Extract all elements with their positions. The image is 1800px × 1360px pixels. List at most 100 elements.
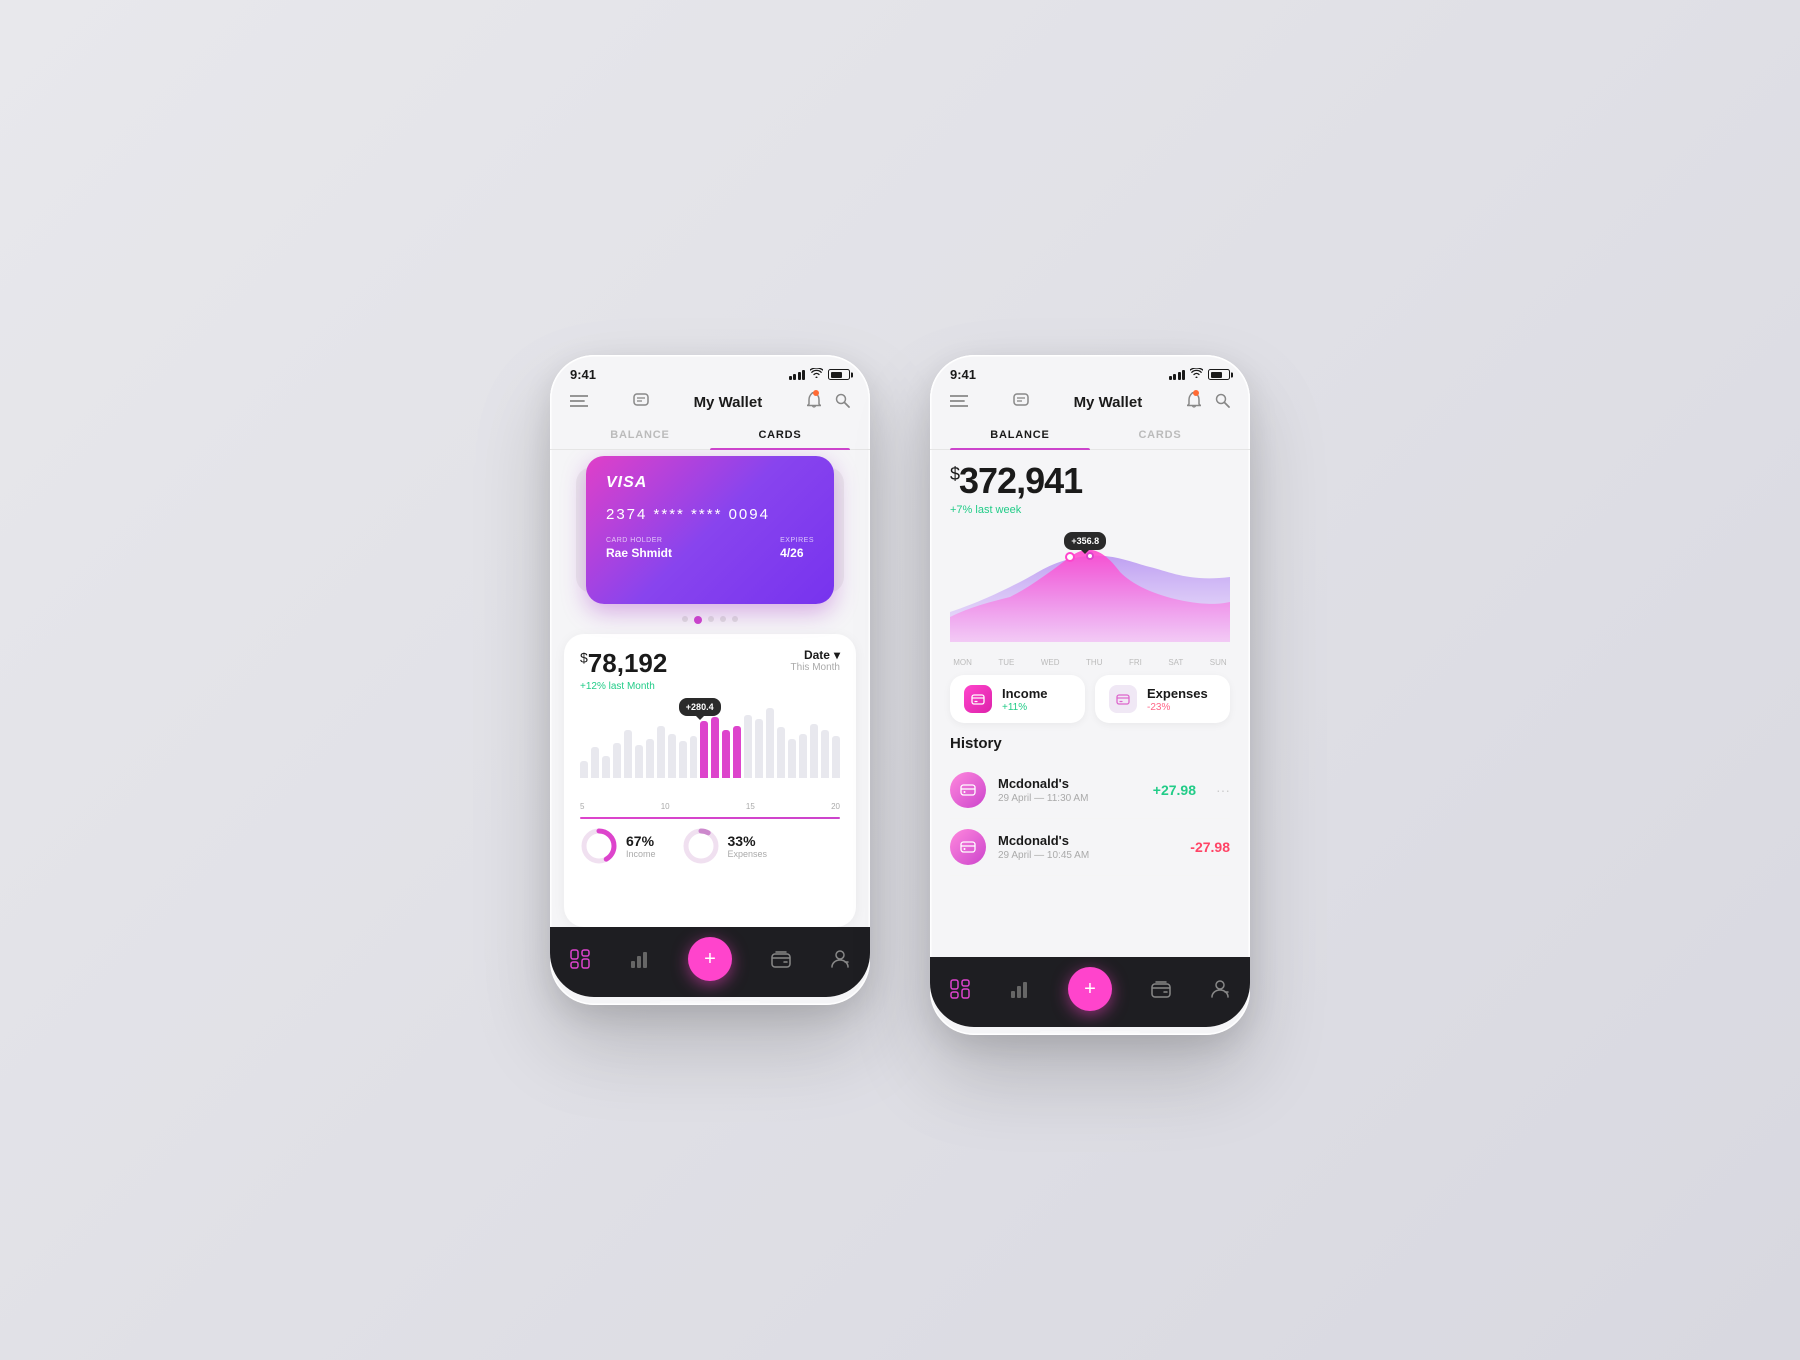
search-icon-1[interactable] [835,393,850,413]
nav-title-1: My Wallet [694,394,763,411]
home-bar-2 [1040,1031,1140,1035]
wallet-btn-1[interactable] [771,949,791,969]
currency-sym-2: $ [950,464,959,484]
currency-symbol: $ [580,649,588,665]
tx-icon-1 [950,772,986,808]
status-icons-2 [1169,368,1231,381]
chart-divider [580,817,840,819]
visa-card[interactable]: VISA 2374 **** **** 0094 CARD HOLDER Rae… [586,456,834,604]
tx-icon-2 [950,829,986,865]
charts-btn-2[interactable] [1009,979,1029,999]
area-x-axis: MON TUE WED THU FRI SAT SUN [930,656,1250,667]
donut-expense: 33% Expenses [682,827,768,865]
expense-pct: 33% [728,833,768,849]
bar-0 [580,761,588,779]
phone-cards: 9:41 [550,355,870,1005]
expense-stat-info: Expenses -23% [1147,686,1208,713]
bar-7 [657,726,665,779]
notification-dot-2 [1193,390,1199,396]
bar-15 [744,715,752,778]
top-nav-2: My Wallet [930,388,1250,421]
chat-icon-1[interactable] [633,393,649,412]
bar-2 [602,756,610,778]
tx-date-1: 29 April — 11:30 AM [998,793,1141,804]
search-icon-2[interactable] [1215,393,1230,413]
bottom-nav-2: + [930,957,1250,1027]
date-btn[interactable]: Date ▾ [804,648,840,662]
signal-icon-1 [789,370,806,380]
phone2-content: $372,941 +7% last week +356.8 [930,450,1250,957]
expense-info: 33% Expenses [728,833,768,859]
donut-income: 67% Income [580,827,656,865]
balance-change: +7% last week [950,504,1230,516]
wallet-btn-2[interactable] [1151,979,1171,999]
chart-change: +12% last Month [580,681,667,692]
area-tooltip: +356.8 [1064,532,1106,550]
tab-cards-1[interactable]: CARDS [710,421,850,449]
dot-1 [682,616,688,622]
phone1-content: VISA 2374 **** **** 0094 CARD HOLDER Rae… [550,450,870,927]
tx-amount-2: -27.98 [1190,839,1230,855]
profile-btn-1[interactable] [830,949,850,969]
bar-6 [646,739,654,778]
date-selector[interactable]: Date ▾ This Month [791,648,840,673]
card-brand: VISA [606,474,814,492]
battery-icon-2 [1208,369,1230,380]
dashboard-btn-2[interactable] [950,979,970,999]
add-button-1[interactable]: + [688,937,732,981]
tx-name-2: Mcdonald's [998,833,1178,848]
charts-btn-1[interactable] [629,949,649,969]
bar-17 [766,708,774,778]
bar-4 [624,730,632,778]
menu-icon-2[interactable] [950,394,968,411]
bar-9 [679,741,687,778]
dot-2 [694,616,702,624]
tab-bar-2: BALANCE CARDS [930,421,1250,450]
home-bar-1 [660,1001,760,1005]
bottom-nav-1: + [550,927,870,997]
bar-8 [668,734,676,778]
history-section: History Mcdonald's 29 April — 11:30 AM [930,731,1250,957]
notification-dot-1 [813,390,819,396]
menu-icon-1[interactable] [570,394,588,411]
tab-cards-2[interactable]: CARDS [1090,421,1230,449]
status-time-1: 9:41 [570,367,596,382]
income-card: Income +11% [950,675,1085,723]
chart-balance-info: $78,192 +12% last Month [580,648,667,692]
expense-card: Expenses -23% [1095,675,1230,723]
big-balance: $372,941 [950,460,1230,502]
bar-18 [777,727,785,778]
card-carousel: VISA 2374 **** **** 0094 CARD HOLDER Rae… [550,450,870,610]
expense-donut-chart [682,827,720,865]
bar-chart: +280.4 [580,698,840,798]
add-button-2[interactable]: + [1068,967,1112,1011]
card-holder: CARD HOLDER Rae Shmidt [606,537,672,560]
bar-20 [799,734,807,778]
status-bar-1: 9:41 [550,355,870,388]
balance-section: $372,941 +7% last week [930,450,1250,522]
area-tooltip-dot [1086,552,1094,560]
transaction-1: Mcdonald's 29 April — 11:30 AM +27.98 ··… [950,762,1230,819]
bar-16 [755,719,763,779]
tx-dots-1[interactable]: ··· [1216,782,1230,798]
tx-info-1: Mcdonald's 29 April — 11:30 AM [998,776,1141,804]
stats-row: Income +11% Expen [930,667,1250,731]
expense-stat-pct: -23% [1147,702,1208,713]
bar-10 [690,736,698,778]
tab-bar-1: BALANCE CARDS [550,421,870,450]
chart-tooltip: +280.4 [679,698,721,716]
profile-btn-2[interactable] [1210,979,1230,999]
dashboard-btn-1[interactable] [570,949,590,969]
area-chart: +356.8 [930,522,1250,652]
status-time-2: 9:41 [950,367,976,382]
tx-info-2: Mcdonald's 29 April — 10:45 AM [998,833,1178,861]
signal-icon-2 [1169,370,1186,380]
wifi-icon-2 [1190,368,1203,381]
tab-balance-2[interactable]: BALANCE [950,421,1090,449]
income-donut-chart [580,827,618,865]
chevron-icon: ▾ [834,648,840,662]
dot-3 [708,616,714,622]
income-info: 67% Income [626,833,656,859]
tab-balance-1[interactable]: BALANCE [570,421,710,449]
chat-icon-2[interactable] [1013,393,1029,412]
